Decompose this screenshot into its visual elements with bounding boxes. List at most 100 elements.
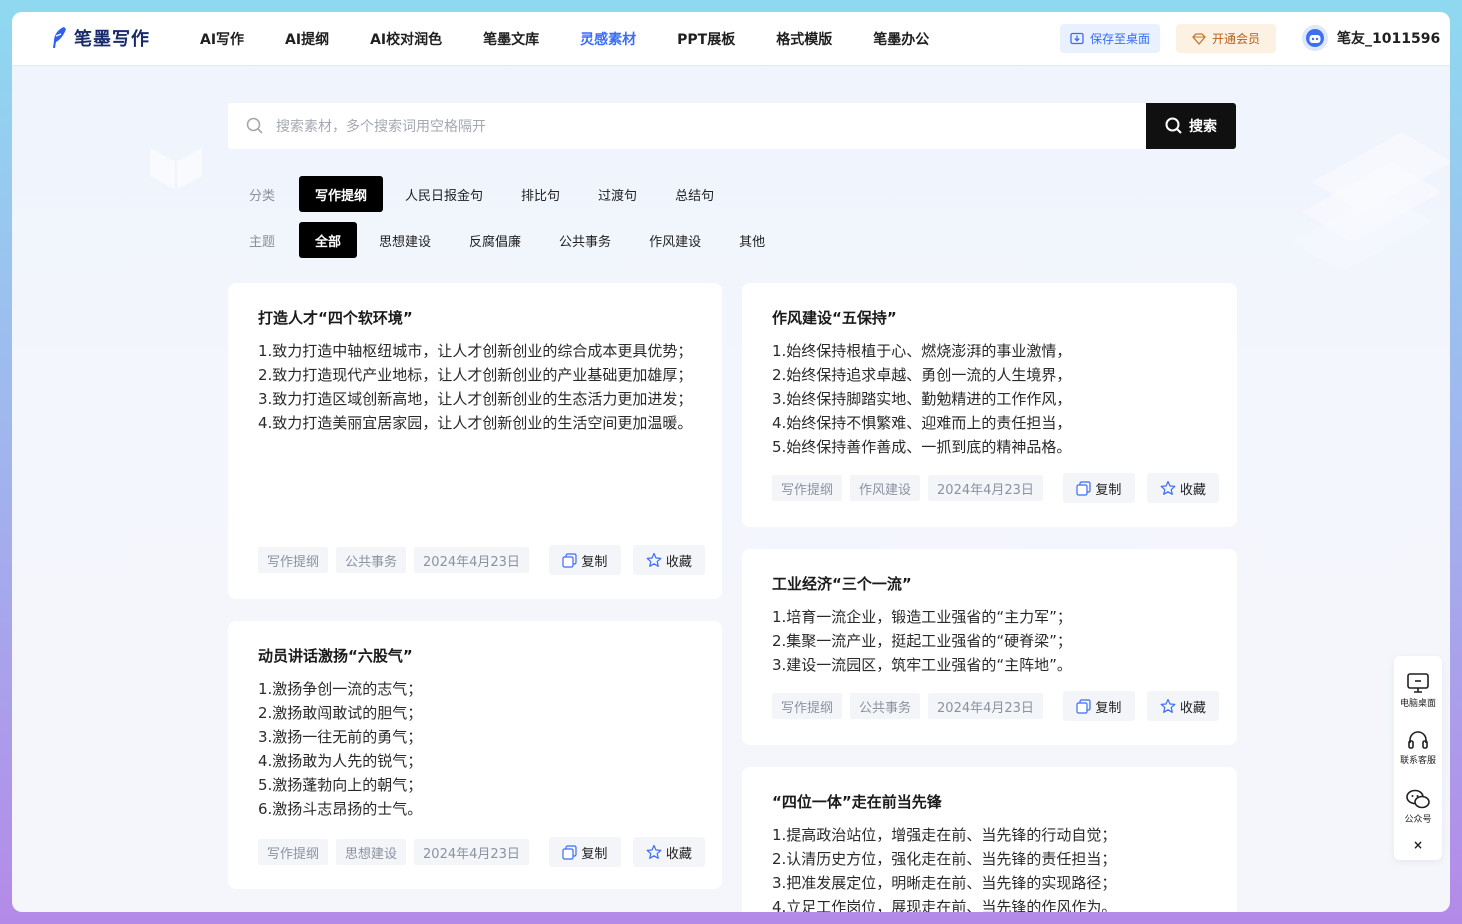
search-icon (1165, 117, 1182, 134)
category-chip-parallelism[interactable]: 排比句 (521, 176, 560, 212)
star-icon (1160, 480, 1176, 495)
wechat-icon (1406, 789, 1430, 809)
copy-label: 复制 (581, 554, 608, 570)
app-window: 笔墨写作 AI写作 AI提纲 AI校对润色 笔墨文库 灵感素材 PPT展板 格式… (12, 12, 1450, 912)
card-line: 5.激扬蓬勃向上的朝气； (258, 776, 423, 794)
star-icon (646, 844, 662, 859)
avatar (1302, 25, 1328, 51)
theme-chip-work-style[interactable]: 作风建设 (649, 222, 701, 258)
theme-chip-all[interactable]: 全部 (299, 222, 358, 258)
theme-filter: 主题 全部 思想建设 反腐倡廉 公共事务 作风建设 其他 (249, 222, 765, 258)
card-line: 3.激扬一往无前的勇气； (258, 728, 423, 746)
vip-button[interactable]: 开通会员 (1176, 24, 1276, 53)
category-tag: 写作提纲 (258, 839, 329, 865)
robot-avatar-icon (1306, 29, 1324, 47)
date-tag: 2024年4月23日 (414, 839, 529, 865)
card-title: “四位一体”走在前当先锋 (772, 793, 942, 811)
favorite-label: 收藏 (665, 846, 692, 862)
category-chip-transition[interactable]: 过渡句 (598, 176, 637, 212)
nav-ppt[interactable]: PPT展板 (677, 29, 735, 49)
main-nav: AI写作 AI提纲 AI校对润色 笔墨文库 灵感素材 PPT展板 格式模版 笔墨… (200, 12, 970, 65)
card-line: 4.立足工作岗位，展现走在前、当先锋的作风作为。 (772, 898, 1117, 912)
star-icon (1160, 698, 1176, 713)
save-to-desktop-button[interactable]: 保存至桌面 (1060, 24, 1160, 53)
search-icon (246, 117, 263, 134)
customer-service-button[interactable]: 联系客服 (1394, 729, 1442, 766)
card-line: 1.始终保持根植于心、燃烧澎湃的事业激情， (772, 342, 1072, 360)
username: 笔友_1011596 (1337, 31, 1441, 47)
copy-button[interactable]: 复制 (548, 545, 621, 575)
vip-label: 开通会员 (1211, 32, 1260, 46)
copy-label: 复制 (581, 846, 608, 862)
search-input[interactable] (274, 103, 1138, 151)
card-line: 5.始终保持善作善成、一抓到底的精神品格。 (772, 438, 1072, 456)
favorite-button[interactable]: 收藏 (632, 545, 705, 575)
theme-tag: 公共事务 (850, 693, 921, 719)
card-body: 1.提高政治站位，增强走在前、当先锋的行动自觉； 2.认清历史方位，强化走在前、… (772, 823, 1209, 912)
monitor-icon (1407, 673, 1429, 693)
logo[interactable]: 笔墨写作 (50, 25, 150, 51)
card-line: 4.始终保持不惧繁难、迎难而上的责任担当， (772, 414, 1072, 432)
theme-chip-public-affairs[interactable]: 公共事务 (559, 222, 611, 258)
user-menu[interactable]: 笔友_1011596 (1302, 25, 1440, 51)
card-title: 动员讲话激扬“六股气” (258, 647, 413, 665)
card-body: 1.始终保持根植于心、燃烧澎湃的事业激情， 2.始终保持追求卓越、勇创一流的人生… (772, 339, 1209, 459)
search-button[interactable]: 搜索 (1146, 103, 1236, 149)
close-panel-button[interactable]: × (1411, 838, 1425, 852)
card-line: 2.致力打造现代产业地标，让人才创新创业的产业基础更加雄厚； (258, 366, 693, 384)
category-chip-quotes[interactable]: 人民日报金句 (405, 176, 483, 212)
card-line: 1.提高政治站位，增强走在前、当先锋的行动自觉； (772, 826, 1117, 844)
wechat-account-label: 公众号 (1404, 815, 1432, 825)
nav-inspiration[interactable]: 灵感素材 (580, 29, 636, 49)
copy-label: 复制 (1095, 482, 1122, 498)
favorite-label: 收藏 (1179, 482, 1206, 498)
card-title: 工业经济“三个一流” (772, 575, 912, 593)
nav-library[interactable]: 笔墨文库 (483, 29, 539, 49)
material-card: “四位一体”走在前当先锋 1.提高政治站位，增强走在前、当先锋的行动自觉； 2.… (742, 767, 1237, 912)
copy-button[interactable]: 复制 (548, 837, 621, 867)
favorite-label: 收藏 (665, 554, 692, 570)
favorite-button[interactable]: 收藏 (1146, 691, 1219, 721)
desktop-shortcut-button[interactable]: 电脑桌面 (1394, 672, 1442, 709)
search-box (228, 103, 1146, 151)
decorative-slabs-icon (1292, 132, 1450, 272)
theme-label: 主题 (249, 234, 276, 250)
material-card: 打造人才“四个软环境” 1.致力打造中轴枢纽城市，让人才创新创业的综合成本更具优… (228, 283, 722, 599)
category-chip-outline[interactable]: 写作提纲 (299, 176, 384, 212)
copy-icon (562, 552, 578, 568)
favorite-button[interactable]: 收藏 (1146, 473, 1219, 503)
category-tag: 写作提纲 (772, 475, 843, 501)
category-filter: 分类 写作提纲 人民日报金句 排比句 过渡句 总结句 (249, 176, 714, 212)
card-line: 2.认清历史方位，强化走在前、当先锋的责任担当； (772, 850, 1117, 868)
save-to-desktop-label: 保存至桌面 (1089, 32, 1150, 46)
nav-office[interactable]: 笔墨办公 (873, 29, 929, 49)
copy-button[interactable]: 复制 (1062, 691, 1135, 721)
top-navbar: 笔墨写作 AI写作 AI提纲 AI校对润色 笔墨文库 灵感素材 PPT展板 格式… (12, 12, 1450, 66)
wechat-account-button[interactable]: 公众号 (1394, 788, 1442, 825)
nav-ai-proofread[interactable]: AI校对润色 (370, 29, 442, 49)
star-icon (646, 552, 662, 567)
category-tag: 写作提纲 (258, 547, 329, 573)
theme-chip-other[interactable]: 其他 (739, 222, 765, 258)
nav-templates[interactable]: 格式模版 (776, 29, 832, 49)
download-icon (1070, 32, 1084, 44)
card-line: 6.激扬斗志昂扬的士气。 (258, 800, 423, 818)
headset-icon (1408, 731, 1428, 749)
theme-chip-ideology[interactable]: 思想建设 (379, 222, 431, 258)
card-line: 1.激扬争创一流的志气； (258, 680, 423, 698)
card-line: 3.建设一流园区，筑牢工业强省的“主阵地”。 (772, 656, 1072, 674)
category-chip-summary[interactable]: 总结句 (675, 176, 714, 212)
nav-ai-write[interactable]: AI写作 (200, 29, 244, 49)
card-line: 2.集聚一流产业，挺起工业强省的“硬脊梁”； (772, 632, 1072, 650)
favorite-button[interactable]: 收藏 (632, 837, 705, 867)
card-title: 作风建设“五保持” (772, 309, 897, 327)
theme-chip-anticorruption[interactable]: 反腐倡廉 (469, 222, 521, 258)
decorative-cube-icon (150, 134, 202, 190)
copy-icon (1076, 698, 1092, 714)
copy-button[interactable]: 复制 (1062, 473, 1135, 503)
card-meta: 写作提纲 公共事务 2024年4月23日 复制 收藏 (258, 545, 705, 575)
nav-ai-outline[interactable]: AI提纲 (285, 29, 329, 49)
material-card: 作风建设“五保持” 1.始终保持根植于心、燃烧澎湃的事业激情， 2.始终保持追求… (742, 283, 1237, 527)
diamond-icon (1192, 32, 1206, 45)
theme-tag: 作风建设 (850, 475, 921, 501)
